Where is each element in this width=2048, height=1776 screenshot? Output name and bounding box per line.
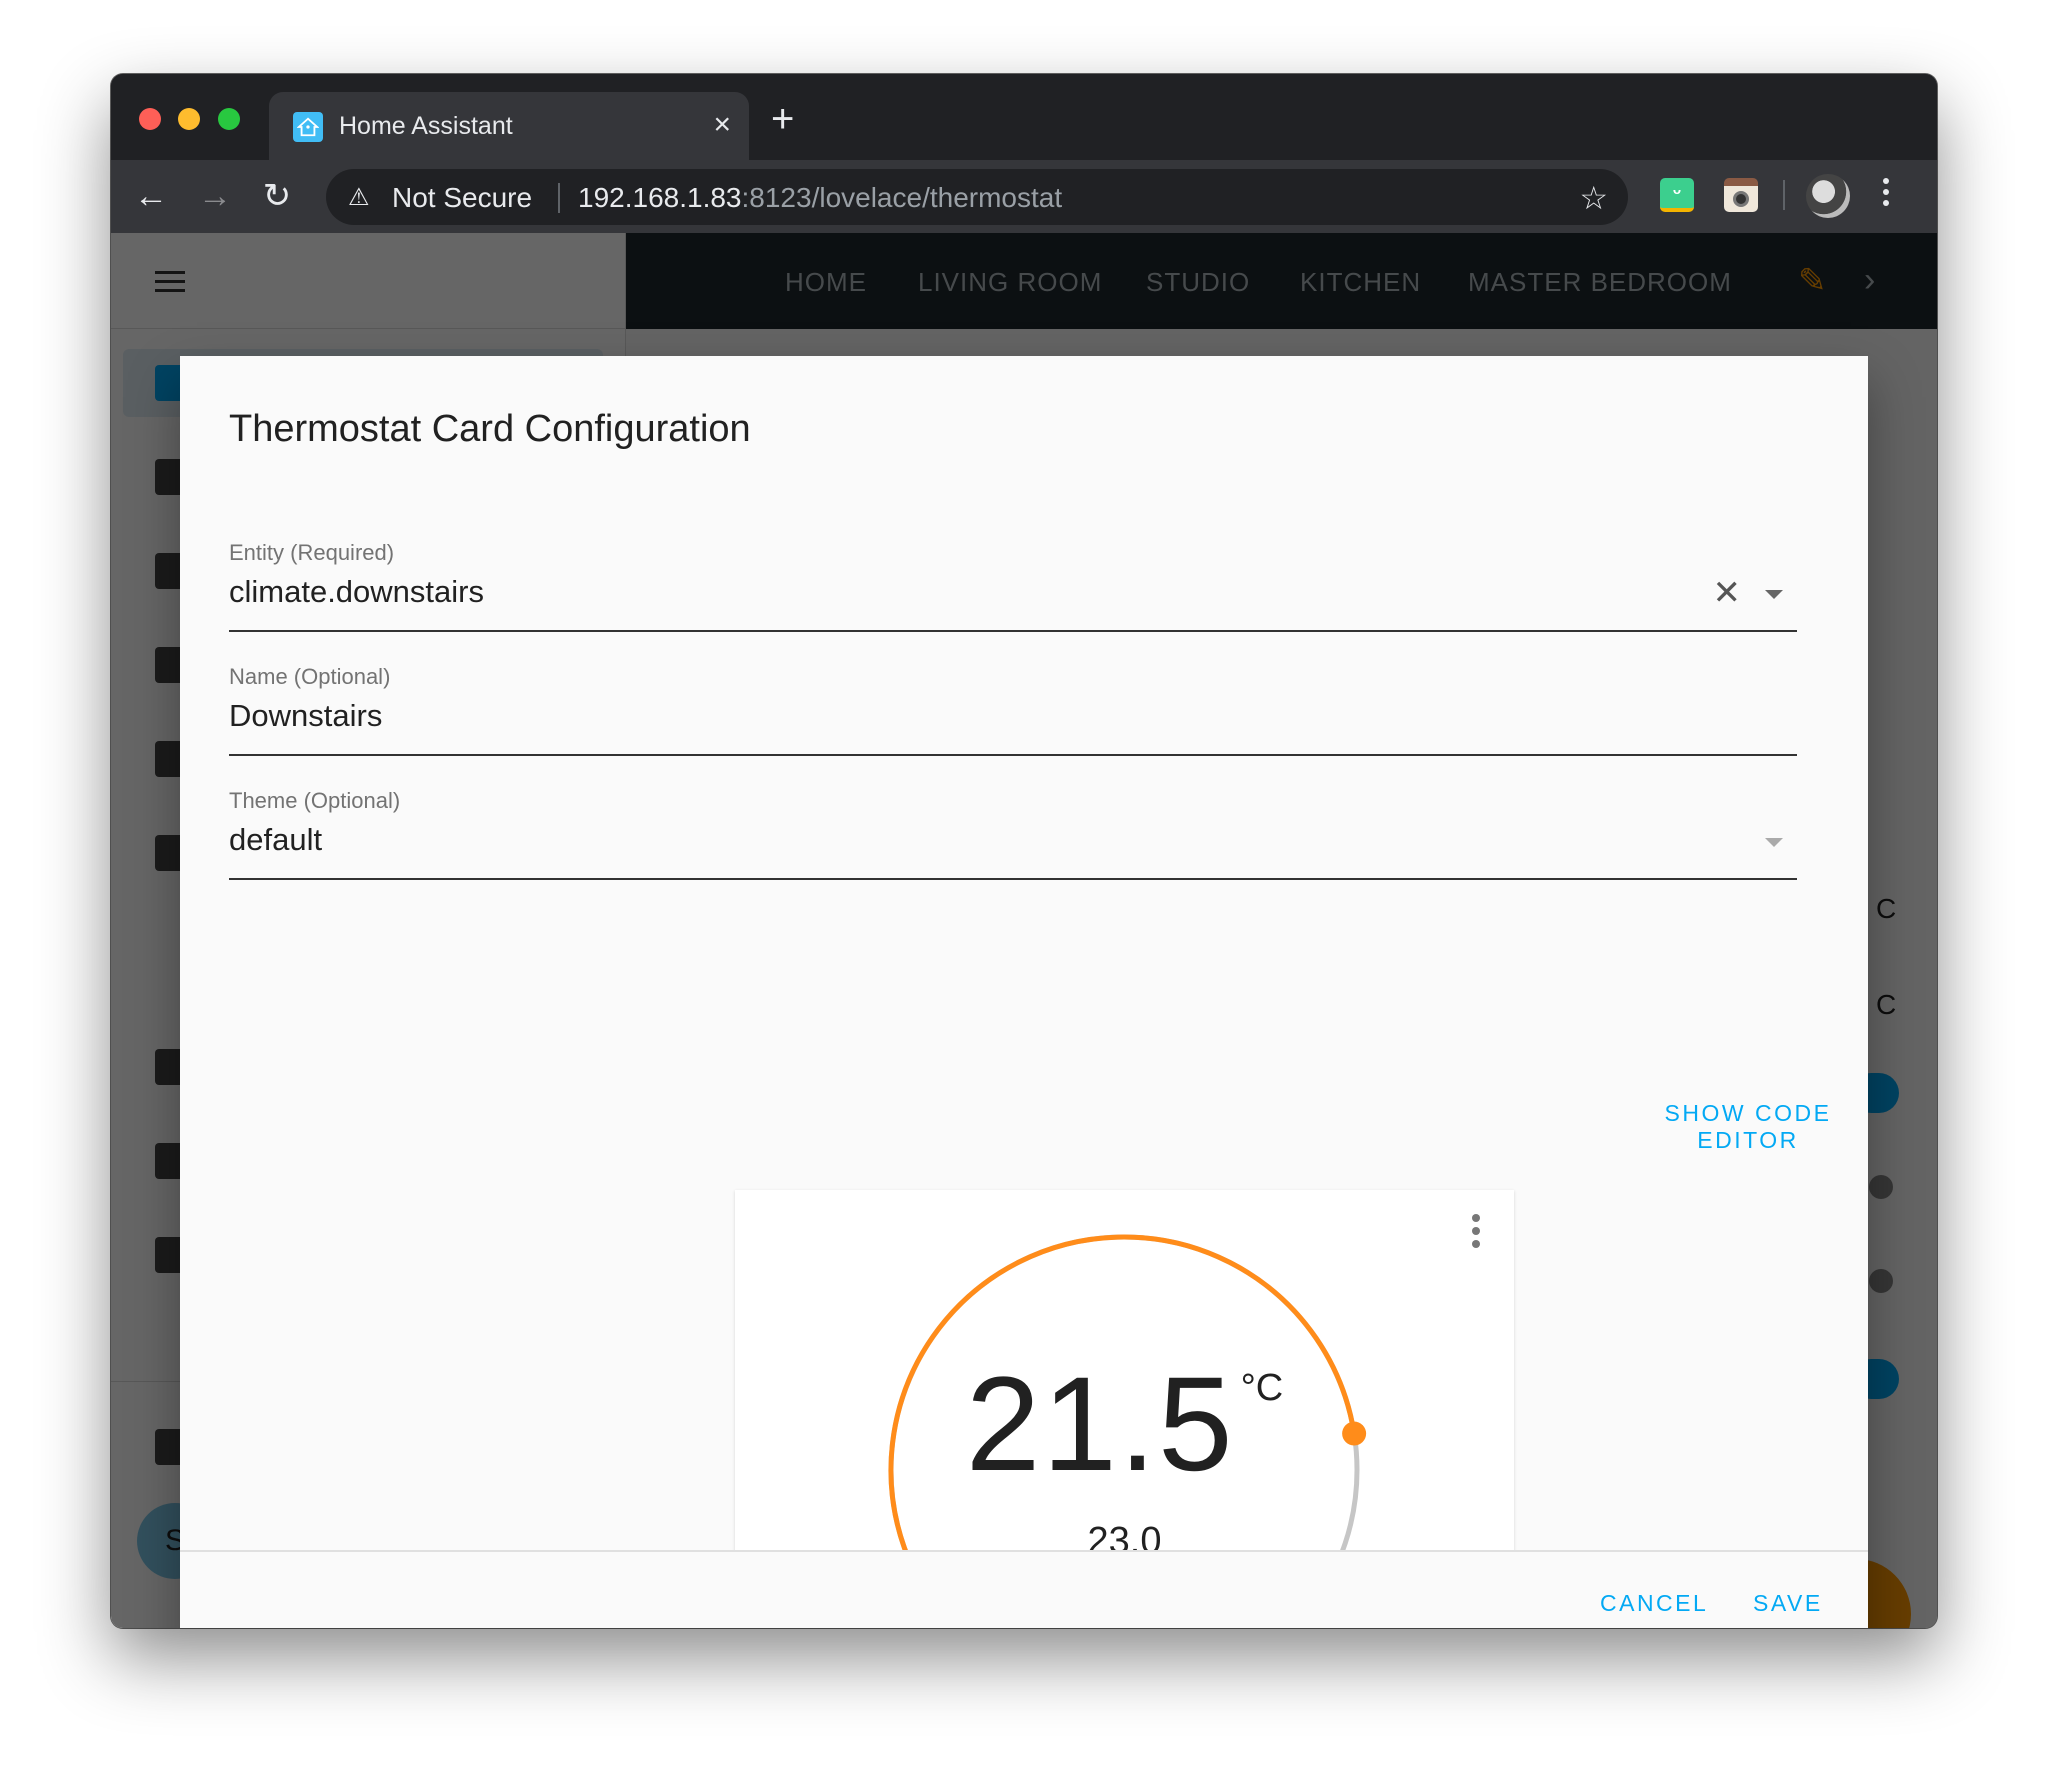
theme-field[interactable]: Theme (Optional) default [229,788,1797,880]
url-text[interactable]: 192.168.1.83:8123/lovelace/thermostat [578,182,1062,214]
url-host: 192.168.1.83 [578,182,742,213]
tab-close-icon[interactable]: × [713,108,731,142]
tab-title: Home Assistant [339,112,513,140]
profile-avatar[interactable] [1806,174,1850,218]
entity-label: Entity (Required) [229,540,395,565]
toolbar-divider [1783,180,1785,210]
security-status[interactable]: Not Secure [392,182,532,214]
forward-button[interactable]: → [193,174,237,218]
field-underline [229,630,1797,632]
instagram-extension-icon[interactable] [1724,178,1758,212]
address-bar[interactable]: ⚠ Not Secure 192.168.1.83:8123/lovelace/… [326,169,1628,225]
bitmoji-extension-icon[interactable]: ᵕ [1660,178,1694,212]
browser-window: Home Assistant × + ← → ↻ ⚠ Not Secure 19… [111,74,1937,1628]
back-button[interactable]: ← [129,174,173,218]
bookmark-star-icon[interactable]: ☆ [1579,179,1608,217]
warning-icon[interactable]: ⚠ [348,183,370,212]
temperature-unit: °C [1240,1367,1284,1409]
save-button[interactable]: SAVE [1753,1590,1823,1617]
field-underline [229,878,1797,880]
name-field[interactable]: Name (Optional) Downstairs [229,664,1797,756]
theme-select[interactable]: default [229,822,322,858]
reload-button[interactable]: ↻ [255,174,299,218]
clear-icon[interactable]: ✕ [1713,576,1742,610]
browser-toolbar: ← → ↻ ⚠ Not Secure 192.168.1.83:8123/lov… [111,160,1937,233]
new-tab-button[interactable]: + [771,99,794,139]
dialog-actions: CANCEL SAVE [180,1550,1868,1628]
tab-strip: Home Assistant × + [111,74,1937,160]
card-config-dialog: Thermostat Card Configuration Entity (Re… [180,356,1868,1628]
current-temperature: 21.5 °C [735,1358,1514,1492]
browser-tab-home-assistant[interactable]: Home Assistant × [269,92,749,160]
maximize-window-button[interactable] [218,108,240,130]
browser-menu-icon[interactable] [1881,178,1891,211]
camera-lens-icon [1733,191,1749,207]
dropdown-arrow-icon[interactable] [1765,590,1783,599]
home-assistant-app: S HOME LIVING ROOM STUDIO KITCHEN MASTER… [111,233,1937,1628]
address-divider [558,183,560,213]
card-more-icon[interactable] [1472,1214,1480,1253]
entity-field[interactable]: Entity (Required) climate.downstairs ✕ [229,540,1797,632]
cancel-button[interactable]: CANCEL [1600,1590,1708,1617]
name-input[interactable]: Downstairs [229,698,382,734]
dialog-title: Thermostat Card Configuration [229,408,751,450]
minimize-window-button[interactable] [178,108,200,130]
url-path: :8123/lovelace/thermostat [741,182,1063,213]
entity-input[interactable]: climate.downstairs [229,574,484,610]
close-window-button[interactable] [139,108,161,130]
show-code-editor-button[interactable]: SHOW CODE EDITOR [1628,1100,1868,1154]
field-underline [229,754,1797,756]
theme-label: Theme (Optional) [229,788,401,813]
name-label: Name (Optional) [229,664,391,689]
current-temperature-value: 21.5 [965,1350,1235,1499]
home-assistant-favicon-icon [293,112,323,142]
dropdown-arrow-icon[interactable] [1765,838,1783,847]
